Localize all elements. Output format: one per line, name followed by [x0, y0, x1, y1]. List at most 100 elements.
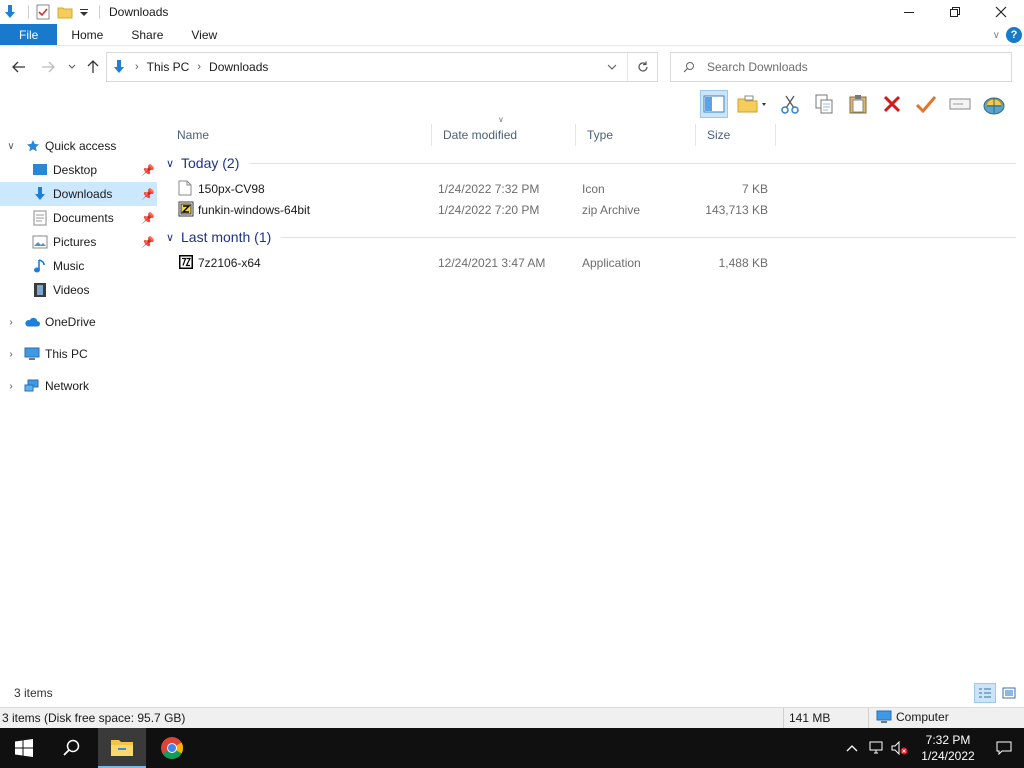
group-header-today[interactable]: ∨ Today (2): [166, 152, 1016, 174]
start-button[interactable]: [0, 728, 48, 768]
column-header-type[interactable]: Type: [576, 124, 696, 146]
sidebar-item-desktop[interactable]: Desktop 📌: [0, 158, 157, 182]
sidebar-item-videos[interactable]: Videos: [0, 278, 157, 302]
tab-file[interactable]: File: [0, 24, 58, 45]
rename-icon[interactable]: [946, 90, 974, 118]
back-button[interactable]: [10, 58, 28, 76]
copy-icon[interactable]: [810, 90, 838, 118]
checkmark-icon[interactable]: [912, 90, 940, 118]
file-size: 7 KB: [741, 182, 768, 196]
recent-locations-dropdown[interactable]: [63, 58, 81, 76]
minimize-button[interactable]: [886, 0, 932, 24]
column-header-date-modified[interactable]: Date modified: [432, 124, 576, 146]
breadcrumb-this-pc[interactable]: This PC: [147, 60, 190, 74]
file-date: 1/24/2022 7:20 PM: [438, 203, 540, 217]
expand-chevron-icon[interactable]: ›: [4, 349, 18, 360]
help-icon[interactable]: ?: [1006, 27, 1022, 43]
properties-icon[interactable]: [34, 3, 52, 21]
breadcrumb-chevron-icon[interactable]: ›: [135, 61, 139, 73]
file-row[interactable]: 7z2106-x64 12/24/2021 3:47 AM Applicatio…: [166, 252, 1016, 273]
details-view-icon[interactable]: [974, 683, 996, 703]
sidebar-item-quick-access[interactable]: ∨ Quick access: [0, 134, 157, 158]
qat-separator: [28, 5, 29, 19]
status-separator: [868, 708, 869, 728]
sidebar-item-this-pc[interactable]: › This PC: [0, 342, 157, 366]
cut-icon[interactable]: [776, 90, 804, 118]
pin-icon[interactable]: 📌: [141, 188, 155, 201]
address-bar[interactable]: › This PC › Downloads: [106, 52, 658, 82]
expand-chevron-icon[interactable]: ∨: [4, 141, 18, 152]
pin-icon[interactable]: 📌: [141, 212, 155, 225]
sidebar-item-downloads[interactable]: Downloads 📌: [0, 182, 157, 206]
ribbon-tabs: File Home Share View ∨ ?: [0, 24, 1024, 46]
large-icons-view-icon[interactable]: [998, 683, 1020, 703]
clock-time: 7:32 PM: [925, 733, 971, 747]
group-header-last-month[interactable]: ∨ Last month (1): [166, 226, 1016, 248]
chrome-taskbar-icon[interactable]: [148, 728, 196, 768]
column-header-name[interactable]: Name: [166, 124, 432, 146]
pin-icon[interactable]: 📌: [141, 164, 155, 177]
restore-button[interactable]: [932, 0, 978, 24]
shell-globe-icon[interactable]: [980, 90, 1008, 118]
paste-icon[interactable]: [844, 90, 872, 118]
status-location-label: Computer: [896, 710, 949, 724]
expand-ribbon-icon[interactable]: ∨: [993, 30, 1000, 41]
window-title: Downloads: [109, 5, 169, 19]
computer-icon: [876, 710, 892, 724]
status-separator: [783, 708, 784, 728]
sidebar-item-label: This PC: [45, 347, 88, 361]
refresh-icon[interactable]: [627, 53, 657, 81]
breadcrumb-downloads[interactable]: Downloads: [209, 60, 268, 74]
file-explorer-taskbar-icon[interactable]: [98, 728, 146, 768]
sidebar-item-documents[interactable]: Documents 📌: [0, 206, 157, 230]
preview-pane-icon[interactable]: [700, 90, 728, 118]
file-row[interactable]: 150px-CV98 1/24/2022 7:32 PM Icon 7 KB: [166, 178, 1016, 199]
downloads-location-icon: [111, 59, 127, 75]
zip-archive-icon: [178, 201, 194, 217]
up-button[interactable]: [84, 58, 102, 76]
column-header-size[interactable]: Size: [696, 124, 776, 146]
tab-share[interactable]: Share: [117, 24, 177, 45]
close-button[interactable]: [978, 0, 1024, 24]
volume-muted-icon[interactable]: [888, 728, 912, 768]
file-row[interactable]: funkin-windows-64bit 1/24/2022 7:20 PM z…: [166, 199, 1016, 220]
sidebar-item-label: OneDrive: [45, 315, 96, 329]
new-folder-toolbar-icon[interactable]: [734, 90, 770, 118]
search-taskbar-icon[interactable]: [48, 728, 96, 768]
new-folder-icon[interactable]: [56, 3, 74, 21]
tab-home[interactable]: Home: [57, 24, 117, 45]
breadcrumb-chevron-icon[interactable]: ›: [197, 61, 201, 73]
sidebar-item-label: Quick access: [45, 139, 117, 153]
qat-separator: [99, 5, 100, 19]
group-label: Last month (1): [181, 229, 272, 245]
status-location: Computer: [876, 710, 949, 724]
title-bar: Downloads: [0, 0, 1024, 24]
sidebar-item-network[interactable]: › Network: [0, 374, 157, 398]
search-box[interactable]: Search Downloads: [670, 52, 1012, 82]
collapse-chevron-icon[interactable]: ∨: [166, 231, 178, 244]
sidebar-item-pictures[interactable]: Pictures 📌: [0, 230, 157, 254]
quick-access-toolbar: [0, 0, 105, 24]
collapse-chevron-icon[interactable]: ∨: [166, 157, 178, 170]
taskbar: 7:32 PM 1/24/2022: [0, 728, 1024, 768]
network-status-icon[interactable]: [864, 728, 888, 768]
tab-view[interactable]: View: [177, 24, 231, 45]
pin-icon[interactable]: 📌: [141, 236, 155, 249]
expand-chevron-icon[interactable]: ›: [4, 381, 18, 392]
taskbar-clock[interactable]: 7:32 PM 1/24/2022: [912, 732, 984, 764]
address-dropdown-icon[interactable]: [605, 60, 619, 74]
qat-dropdown-icon[interactable]: [78, 3, 90, 21]
clock-date: 1/24/2022: [921, 749, 975, 763]
expand-chevron-icon[interactable]: ›: [4, 317, 18, 328]
documents-icon: [32, 210, 48, 226]
forward-button[interactable]: [39, 58, 57, 76]
action-center-icon[interactable]: [984, 728, 1024, 768]
show-hidden-icons-icon[interactable]: [840, 728, 864, 768]
sidebar-item-onedrive[interactable]: › OneDrive: [0, 310, 157, 334]
delete-icon[interactable]: [878, 90, 906, 118]
status-bar: 3 items (Disk free space: 95.7 GB) 141 M…: [0, 707, 1024, 728]
sidebar-item-music[interactable]: Music: [0, 254, 157, 278]
file-date: 1/24/2022 7:32 PM: [438, 182, 540, 196]
file-date: 12/24/2021 3:47 AM: [438, 256, 546, 270]
file-type: zip Archive: [582, 203, 641, 217]
